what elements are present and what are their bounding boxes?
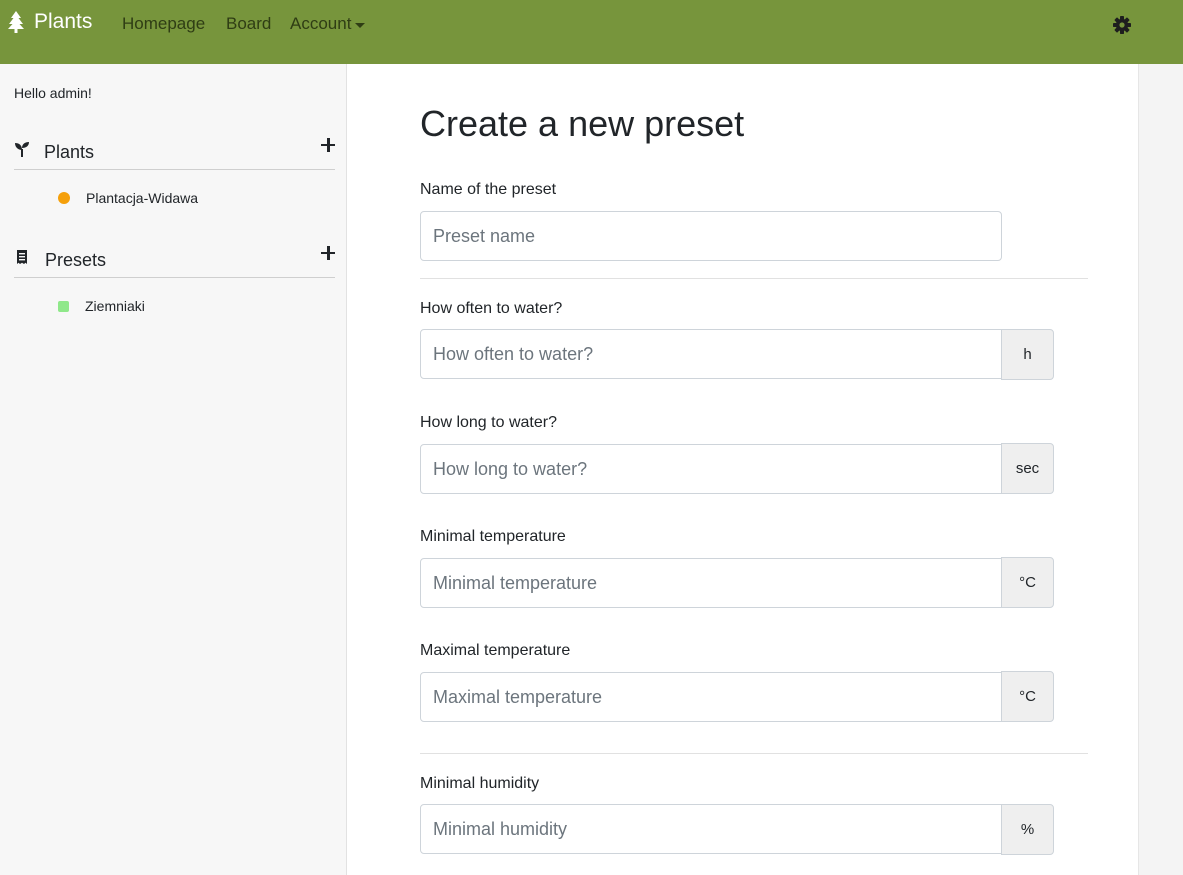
presets-section-header: Presets: [14, 236, 335, 278]
navbar: Plants Homepage Board Account: [0, 0, 1183, 64]
preset-name-input[interactable]: [420, 211, 1002, 261]
min-temperature-input[interactable]: [420, 558, 1002, 608]
divider: [420, 753, 1088, 754]
greeting-text: Hello admin!: [14, 85, 92, 101]
divider: [420, 278, 1088, 279]
status-dot: [58, 192, 70, 204]
max-temperature-label: Maximal temperature: [420, 642, 571, 659]
min-temperature-label: Minimal temperature: [420, 528, 566, 545]
add-plant-button[interactable]: [321, 138, 335, 152]
preset-name-label: Name of the preset: [420, 181, 557, 198]
plants-section-title: Plants: [44, 142, 95, 162]
sidebar-item-ziemniaki[interactable]: Ziemniaki: [58, 298, 145, 314]
celsius-unit-addon: °C: [1001, 557, 1054, 608]
sidebar-item-plantacja-widawa[interactable]: Plantacja-Widawa: [58, 190, 198, 206]
celsius-unit-addon: °C: [1001, 671, 1054, 722]
hours-unit-addon: h: [1001, 329, 1054, 380]
percent-unit-addon: %: [1001, 804, 1054, 855]
nav-account-label: Account: [290, 14, 352, 33]
sidebar: Hello admin! Plants Plantacja-Widawa Pre…: [0, 64, 347, 875]
water-duration-input[interactable]: [420, 444, 1002, 494]
water-duration-label: How long to water?: [420, 414, 557, 431]
min-humidity-input[interactable]: [420, 804, 1002, 854]
gear-icon[interactable]: [1112, 15, 1132, 35]
max-temperature-input[interactable]: [420, 672, 1002, 722]
plants-section-header: Plants: [14, 128, 335, 170]
sidebar-item-label: Plantacja-Widawa: [86, 190, 199, 206]
water-interval-label: How often to water?: [420, 300, 563, 317]
nav-homepage[interactable]: Homepage: [122, 14, 205, 34]
water-interval-input[interactable]: [420, 329, 1002, 379]
add-preset-button[interactable]: [321, 246, 335, 260]
receipt-icon: [17, 250, 27, 264]
seconds-unit-addon: sec: [1001, 443, 1054, 494]
right-gutter: [1138, 64, 1183, 875]
seedling-icon: [15, 142, 29, 157]
presets-section-title: Presets: [45, 250, 107, 270]
min-humidity-label: Minimal humidity: [420, 775, 540, 792]
chevron-down-icon: [355, 22, 366, 28]
brand-label: Plants: [34, 10, 93, 33]
status-square: [58, 300, 69, 312]
nav-account-dropdown[interactable]: Account: [290, 14, 366, 34]
tree-icon: [8, 11, 24, 33]
page-title: Create a new preset: [420, 103, 745, 144]
nav-board[interactable]: Board: [226, 14, 271, 34]
sidebar-item-label: Ziemniaki: [85, 298, 145, 314]
brand-link[interactable]: Plants: [8, 10, 92, 34]
